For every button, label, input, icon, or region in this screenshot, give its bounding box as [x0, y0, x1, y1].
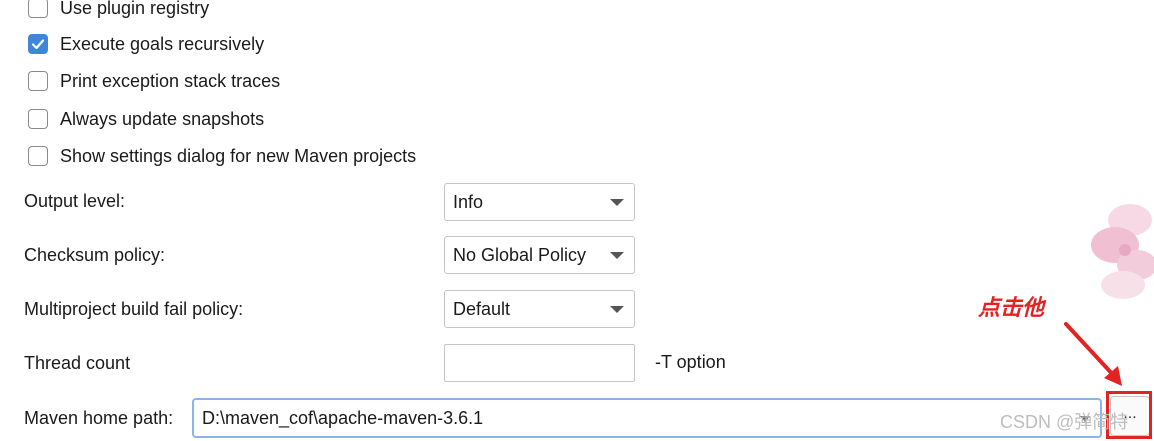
red-arrow-icon	[1064, 322, 1122, 386]
checksum-policy-value: No Global Policy	[453, 245, 587, 265]
thread-count-label: Thread count	[24, 353, 131, 373]
checkbox-box[interactable]	[28, 71, 48, 91]
maven-home-label: Maven home path:	[24, 408, 174, 428]
checkbox-box[interactable]	[28, 34, 48, 54]
checkbox-label: Print exception stack traces	[60, 70, 281, 91]
checkbox-always-update-snapshots[interactable]: Always update snapshots	[28, 107, 264, 131]
checkbox-label: Show settings dialog for new Maven proje…	[60, 145, 417, 166]
checksum-policy-select[interactable]: No Global Policy	[444, 236, 635, 274]
checkbox-execute-goals-recursively[interactable]: Execute goals recursively	[28, 32, 264, 56]
checksum-policy-label: Checksum policy:	[24, 245, 166, 265]
output-level-select[interactable]: Info	[444, 183, 635, 221]
checkbox-label: Execute goals recursively	[60, 33, 265, 54]
checkbox-label: Always update snapshots	[60, 108, 265, 129]
fail-policy-label: Multiproject build fail policy:	[24, 299, 244, 319]
fail-policy-value: Default	[453, 299, 511, 319]
annotation-text: 点击他	[978, 296, 1045, 321]
maven-home-path-input[interactable]: D:\maven_cof\apache-maven-3.6.1	[192, 398, 1102, 438]
flower-icon	[1091, 204, 1154, 299]
thread-count-suffix: -T option	[655, 352, 726, 372]
checkbox-box[interactable]	[28, 109, 48, 129]
chevron-down-icon[interactable]	[610, 199, 624, 206]
checkbox-use-plugin-registry[interactable]: Use plugin registry	[28, 0, 209, 20]
checkmark-icon	[31, 39, 45, 50]
output-level-value: Info	[453, 192, 484, 212]
checkbox-label: Use plugin registry	[60, 0, 210, 18]
watermark: CSDN @弹简特	[1000, 412, 1129, 432]
maven-home-path-value: D:\maven_cof\apache-maven-3.6.1	[202, 408, 484, 428]
checkbox-show-settings-dialog[interactable]: Show settings dialog for new Maven proje…	[28, 144, 416, 168]
chevron-down-icon[interactable]	[610, 252, 624, 259]
chevron-down-icon[interactable]	[610, 306, 624, 313]
checkbox-box[interactable]	[28, 146, 48, 166]
output-level-label: Output level:	[24, 191, 126, 211]
thread-count-input[interactable]	[444, 344, 635, 382]
checkbox-print-exception-stack-traces[interactable]: Print exception stack traces	[28, 69, 280, 93]
fail-policy-select[interactable]: Default	[444, 290, 635, 328]
checkbox-box[interactable]	[28, 0, 48, 18]
